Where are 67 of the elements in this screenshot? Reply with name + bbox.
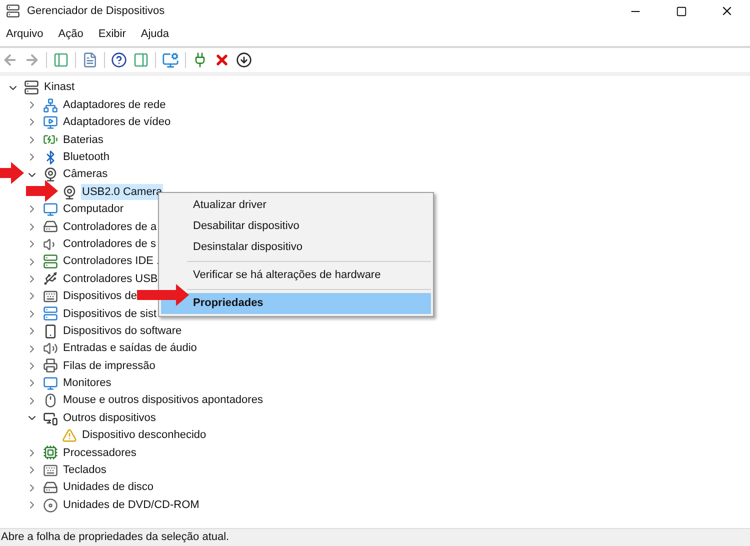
tree-item[interactable]: Câmeras	[62, 166, 109, 183]
panel-icon[interactable]	[53, 52, 69, 68]
printer-icon	[43, 358, 58, 374]
disc-icon	[43, 498, 58, 513]
menu-item[interactable]: Arquivo	[6, 26, 44, 42]
tree-item[interactable]: Adaptadores de vídeo	[62, 114, 172, 131]
forward-icon[interactable]	[24, 52, 40, 68]
keyboard-icon	[43, 288, 58, 304]
help-icon[interactable]	[111, 52, 127, 68]
tree-item[interactable]: Adaptadores de rede	[62, 96, 167, 114]
tree-item[interactable]: Dispositivo desconhecido	[81, 427, 208, 444]
drive-icon	[43, 219, 58, 234]
server-icon	[43, 306, 58, 322]
usb-icon	[43, 271, 58, 286]
menu-option[interactable]: Verificar se há alterações de hardware	[161, 265, 431, 286]
menu-item[interactable]: Ação	[58, 26, 84, 42]
tree-item[interactable]: Controladores de a	[62, 218, 158, 236]
device-icon	[43, 410, 58, 426]
device-icon	[43, 324, 58, 339]
tree-item[interactable]: Processadores	[62, 444, 138, 462]
monitor-icon	[43, 376, 58, 391]
tree-item[interactable]: Filas de impressão	[62, 358, 156, 374]
tree-item[interactable]: Computador	[62, 201, 125, 218]
status-bar: Abre a folha de propriedades da seleção atual.	[0, 528, 750, 546]
tree-item[interactable]: Entradas e saídas de áudio	[62, 340, 198, 357]
tree-item[interactable]: Controladores USB	[62, 270, 159, 288]
network-icon	[43, 98, 58, 113]
menu-item[interactable]: Exibir	[98, 26, 126, 42]
display-icon	[43, 114, 58, 130]
menu-option[interactable]: Atualizar driver	[161, 195, 431, 216]
processor-icon	[43, 445, 58, 460]
speaker-icon	[43, 341, 58, 356]
tree-item[interactable]: Dispositivos do software	[62, 322, 183, 340]
tree-item[interactable]: Monitores	[62, 375, 112, 392]
tree-item[interactable]: Controladores IDE .	[62, 253, 161, 270]
tree-item[interactable]: Unidades de DVD/CD-ROM	[62, 496, 200, 514]
menu-item[interactable]: Ajuda	[140, 26, 170, 42]
tree-item[interactable]: Kinast	[43, 79, 76, 96]
app-icon	[6, 4, 20, 18]
tree-item[interactable]: Baterias	[62, 132, 104, 148]
tree-item[interactable]: Bluetooth	[62, 149, 110, 166]
tree-item[interactable]: Teclados	[62, 462, 108, 479]
tree-item[interactable]: Mouse e outros dispositivos apontadores	[62, 392, 264, 409]
delete-icon[interactable]	[214, 52, 230, 68]
tree-item[interactable]: Unidades de disco	[62, 479, 155, 496]
menu-option[interactable]: Desabilitar dispositivo	[161, 216, 431, 237]
maximize-icon[interactable]	[676, 6, 686, 16]
monitor-icon	[43, 202, 58, 217]
pointer-arrow-drawing	[137, 284, 189, 306]
tree-item[interactable]: Dispositivos de sist	[62, 306, 158, 322]
menu-option[interactable]: Propriedades	[161, 293, 431, 314]
monitor-icon[interactable]	[162, 52, 179, 68]
pointer-arrow-drawing	[0, 162, 24, 184]
document-icon[interactable]	[82, 52, 98, 68]
window-title: Gerenciador de Dispositivos	[27, 4, 165, 19]
download-icon[interactable]	[236, 52, 252, 68]
tree-item[interactable]: Dispositivos de	[62, 288, 138, 305]
pointer-arrow-drawing	[26, 180, 58, 202]
back-icon[interactable]	[2, 52, 18, 68]
mouse-icon	[43, 393, 58, 408]
tree-item[interactable]: Outros dispositivos	[62, 410, 157, 426]
webcam-icon	[43, 167, 58, 182]
menu-option[interactable]: Desinstalar dispositivo	[161, 237, 431, 258]
tree-item[interactable]: Controladores de s	[62, 236, 157, 252]
panel-icon[interactable]	[133, 52, 149, 68]
close-icon[interactable]	[720, 4, 734, 18]
keyboard-icon	[43, 462, 58, 478]
